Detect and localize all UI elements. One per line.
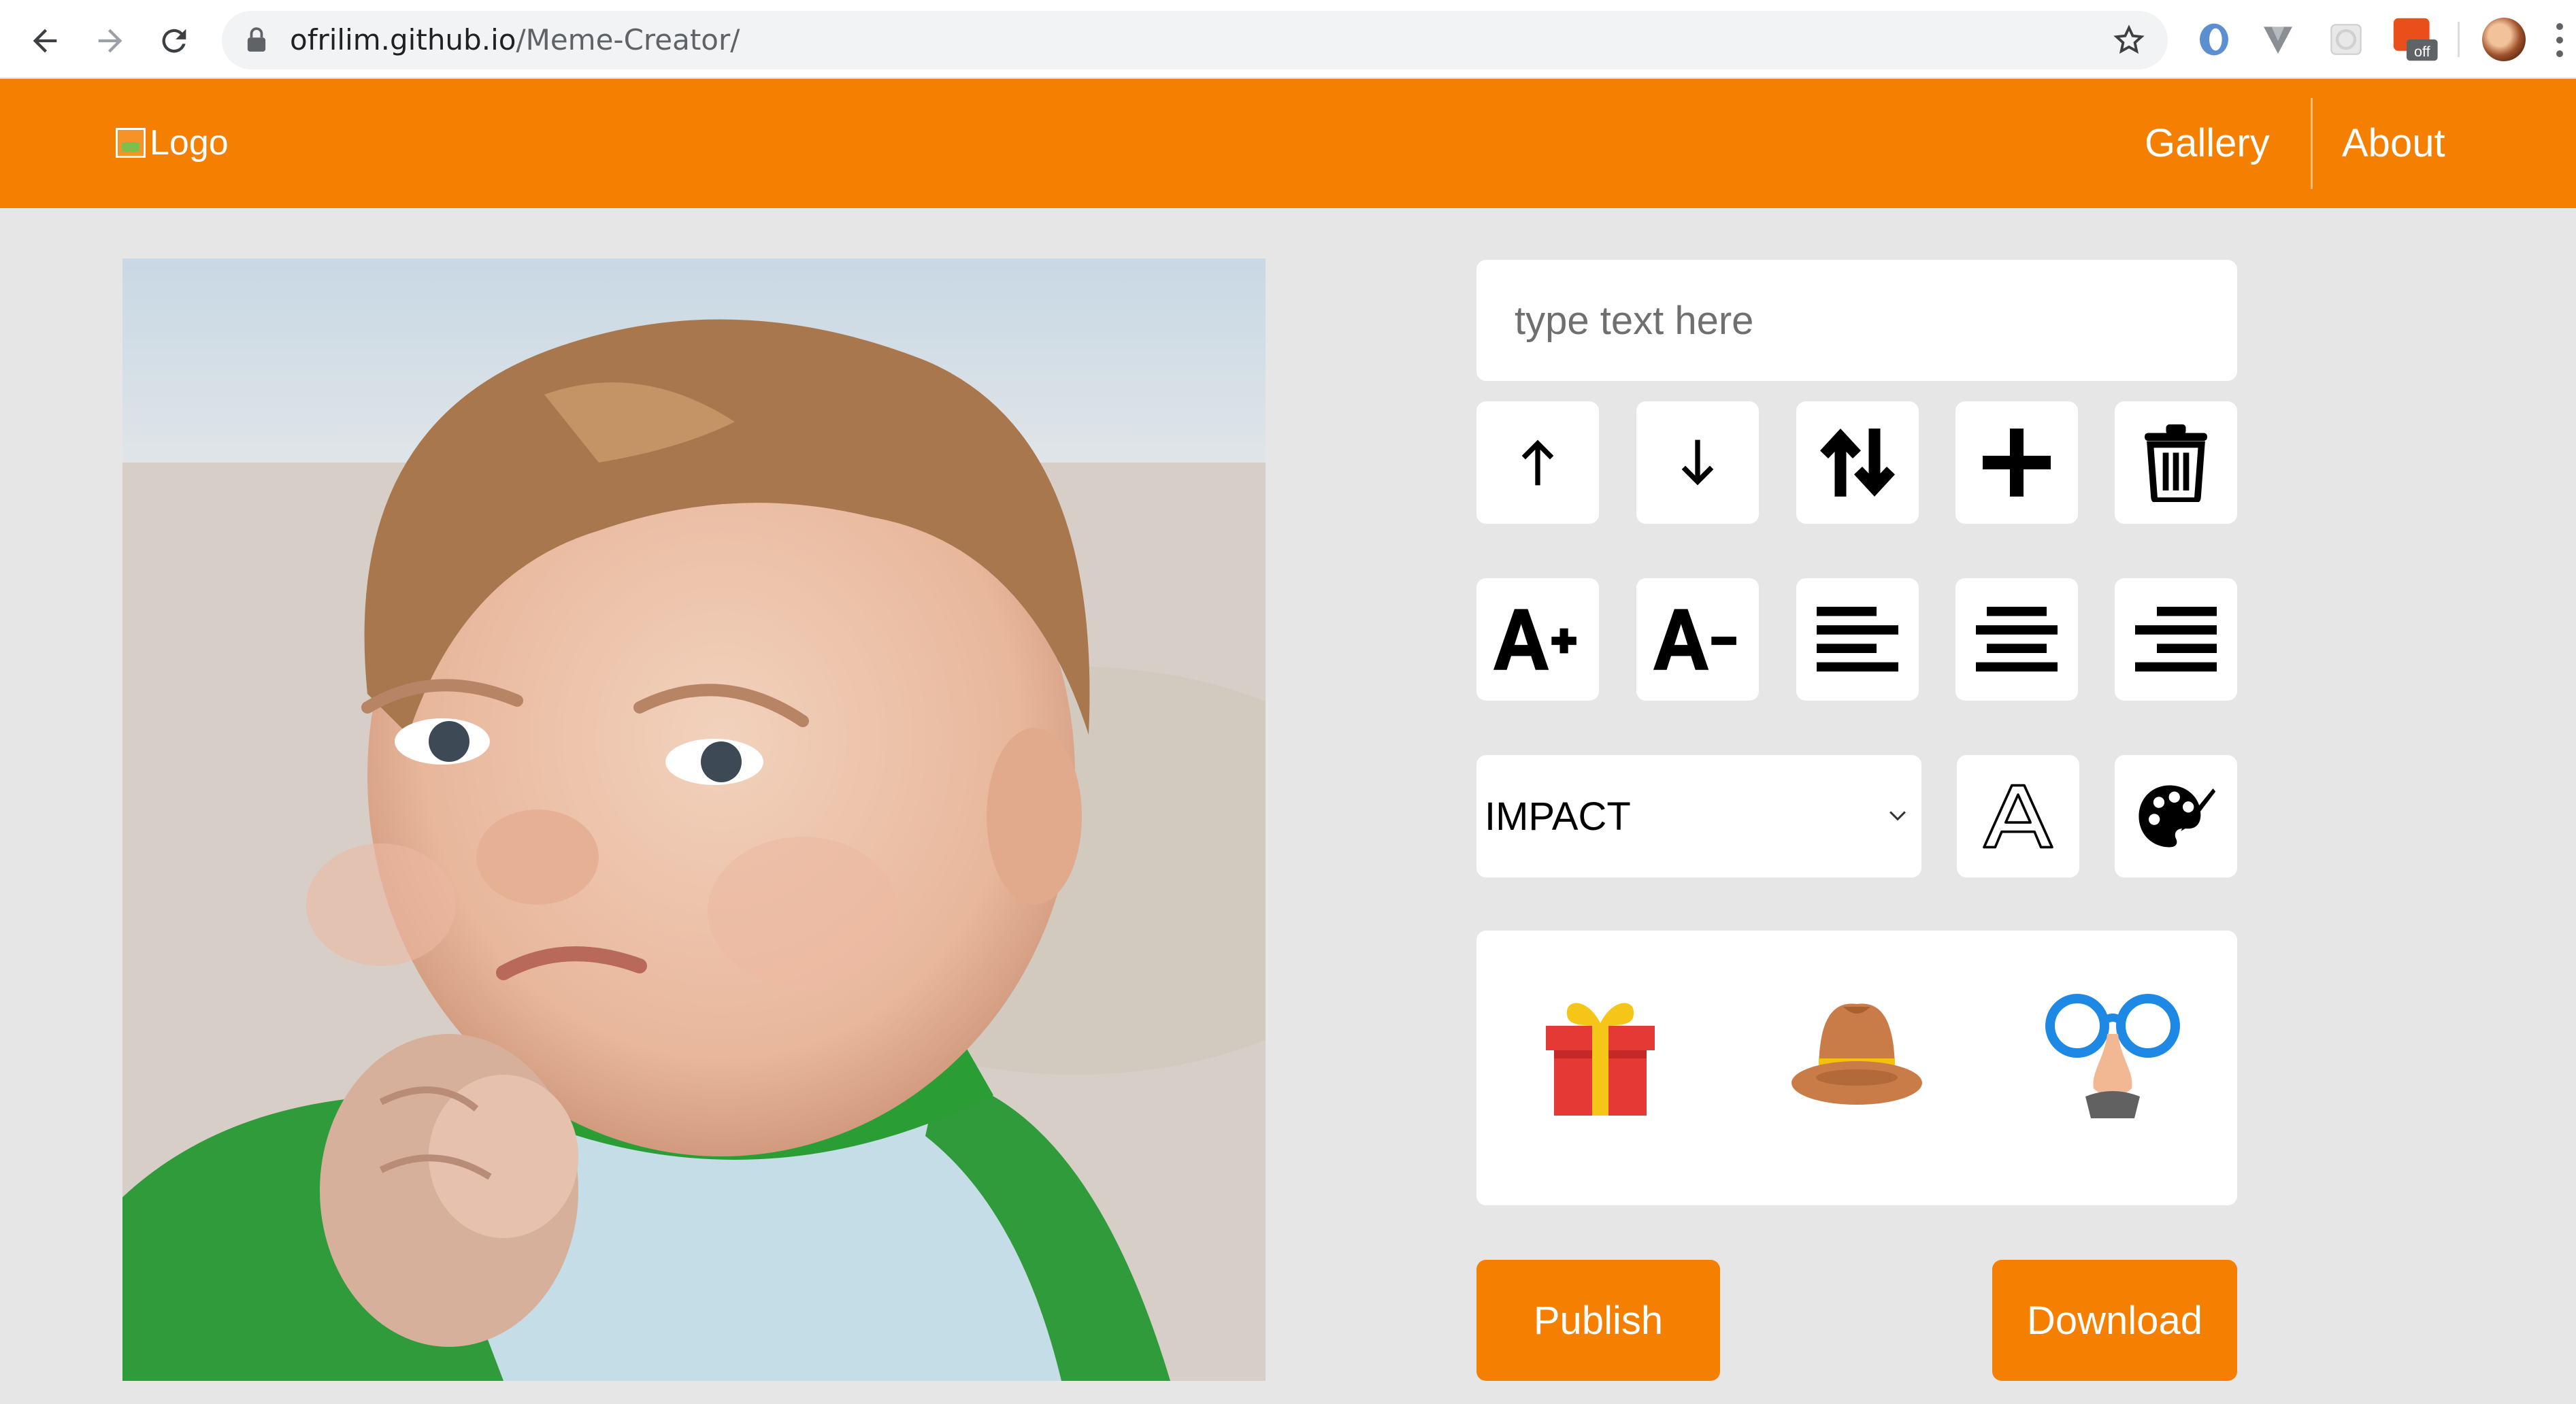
swap-vertical-icon: [1820, 429, 1895, 497]
forward-button[interactable]: [84, 15, 136, 67]
forward-arrow-icon: [98, 29, 122, 53]
publish-button[interactable]: Publish: [1476, 1260, 1720, 1381]
font-decrease-icon: [1653, 609, 1736, 670]
align-right-icon: [2135, 607, 2217, 672]
move-line-down-button[interactable]: [1636, 401, 1759, 524]
vuetify-icon[interactable]: [2258, 19, 2298, 60]
gift-icon[interactable]: [1532, 988, 1668, 1124]
stroke-font-icon: [1983, 784, 2053, 849]
meme-canvas[interactable]: [122, 258, 1266, 1381]
align-center-icon: [1976, 607, 2058, 672]
logo[interactable]: Logo: [116, 116, 229, 170]
arrow-down-icon: [1681, 439, 1714, 486]
delete-line-button[interactable]: [2115, 401, 2237, 524]
chevron-down-icon: [1889, 811, 1906, 821]
align-right-button[interactable]: [2115, 578, 2237, 701]
browser-toolbar: ofrilim.github.io/Meme-Creator/ off: [0, 0, 2576, 79]
url-host: ofrilim.github.io: [290, 23, 516, 56]
url-text: ofrilim.github.io/Meme-Creator/: [290, 23, 740, 57]
plus-icon: [1983, 429, 2051, 497]
bookmark-star-icon[interactable]: [2113, 24, 2145, 56]
add-line-button[interactable]: [1955, 401, 2078, 524]
meme-text-input[interactable]: [1476, 260, 2237, 381]
back-arrow-icon: [33, 29, 57, 53]
back-button[interactable]: [19, 15, 71, 67]
trash-icon: [2145, 424, 2207, 502]
palette-icon: [2139, 785, 2216, 848]
address-bar[interactable]: ofrilim.github.io/Meme-Creator/: [222, 11, 2168, 69]
stroke-toggle-button[interactable]: [1957, 755, 2079, 878]
extension-badge: off: [2414, 43, 2431, 60]
move-line-up-button[interactable]: [1476, 401, 1599, 524]
nav-divider: [2311, 98, 2313, 189]
font-increase-button[interactable]: [1476, 578, 1599, 701]
profile-avatar[interactable]: [2482, 18, 2526, 61]
font-increase-icon: [1493, 609, 1576, 670]
sticker-panel: [1476, 931, 2237, 1205]
extension-grid-icon[interactable]: [2326, 19, 2366, 60]
meme-image: [122, 258, 1266, 1381]
download-button[interactable]: Download: [1992, 1260, 2237, 1381]
broken-image-icon: [116, 128, 146, 158]
opera-icon[interactable]: [2194, 19, 2234, 60]
url-path: /Meme-Creator/: [516, 23, 740, 56]
font-select[interactable]: IMPACT: [1476, 755, 1921, 878]
reload-button[interactable]: [148, 15, 200, 67]
font-decrease-button[interactable]: [1636, 578, 1759, 701]
browser-menu-icon[interactable]: [2553, 23, 2566, 57]
arrow-up-icon: [1521, 439, 1554, 486]
align-left-button[interactable]: [1796, 578, 1919, 701]
toolbar-separator: [2458, 22, 2460, 57]
hat-icon[interactable]: [1789, 988, 1925, 1124]
align-left-icon: [1817, 607, 1898, 672]
reload-icon: [162, 29, 186, 53]
nav-gallery-link[interactable]: Gallery: [2145, 110, 2270, 178]
font-select-value: IMPACT: [1485, 794, 1631, 839]
logo-alt-text: Logo: [150, 123, 229, 163]
nav-about-link[interactable]: About: [2342, 110, 2445, 178]
switch-line-button[interactable]: [1796, 401, 1919, 524]
stylus-off-icon[interactable]: off: [2390, 18, 2440, 61]
align-center-button[interactable]: [1955, 578, 2078, 701]
site-header: Logo Gallery About: [0, 79, 2576, 208]
color-picker-button[interactable]: [2115, 755, 2237, 878]
lock-icon: [247, 27, 266, 52]
glasses-nose-icon[interactable]: [2045, 988, 2181, 1124]
